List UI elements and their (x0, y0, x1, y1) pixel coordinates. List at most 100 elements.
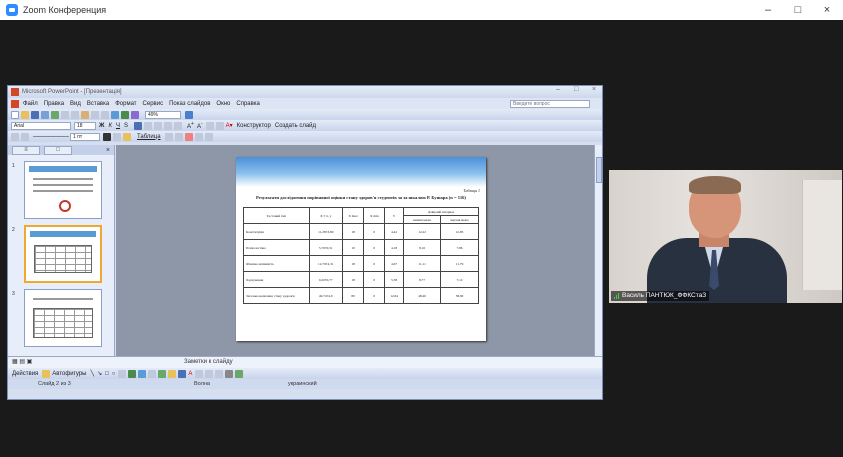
undo-icon[interactable] (91, 110, 99, 119)
slide-thumbnail-2[interactable] (24, 225, 102, 283)
save-icon[interactable] (31, 110, 39, 119)
shadow-style-icon[interactable] (225, 369, 234, 378)
diagram-icon[interactable] (138, 369, 147, 378)
menu-window[interactable]: Окно (216, 101, 230, 107)
align-middle-icon[interactable] (194, 132, 203, 141)
borders-icon[interactable] (113, 132, 121, 141)
tab-slides[interactable]: □ (44, 145, 72, 155)
scrollbar-thumb[interactable] (596, 157, 602, 183)
slide-thumbnail-1[interactable] (24, 161, 102, 219)
border-color-icon[interactable] (103, 132, 111, 141)
minimize-button[interactable]: – (753, 0, 783, 20)
align-top-icon[interactable] (184, 132, 193, 141)
insert-table-icon[interactable] (121, 110, 129, 119)
outdent-icon[interactable] (215, 121, 224, 130)
dash-style-icon[interactable] (205, 369, 214, 378)
zoom-select[interactable]: 49% (145, 110, 181, 119)
menu-view[interactable]: Вид (70, 101, 81, 107)
underline-button[interactable]: Ч (116, 123, 120, 129)
menu-service[interactable]: Сервис (143, 101, 164, 107)
table-menu-button[interactable]: Таблица (137, 134, 161, 140)
picture-icon[interactable] (158, 369, 167, 378)
help-icon[interactable] (185, 110, 193, 119)
notes-pane[interactable]: ▦ ▤ ▣ Заметки к слайду (8, 356, 602, 368)
designer-button[interactable]: Конструктор (237, 123, 271, 129)
decrease-font-button[interactable]: A- (197, 121, 203, 130)
ppt-close-button[interactable]: × (592, 86, 596, 93)
menu-help[interactable]: Справка (236, 101, 260, 107)
menu-insert[interactable]: Вставка (87, 101, 109, 107)
print-icon[interactable] (41, 110, 49, 119)
open-icon[interactable] (21, 110, 29, 119)
line-icon[interactable]: ╲ (90, 370, 94, 377)
menu-slideshow[interactable]: Показ слайдов (169, 101, 210, 107)
font-name-select[interactable]: Arial (11, 121, 71, 130)
spelling-icon[interactable] (51, 110, 59, 119)
bullets-icon[interactable] (174, 121, 182, 130)
new-slide-button[interactable]: Создать слайд (275, 123, 316, 129)
fill-bucket-icon[interactable] (168, 369, 177, 378)
split-cells-icon[interactable] (174, 132, 183, 141)
maximize-button[interactable]: □ (783, 0, 813, 20)
bold-button[interactable]: Ж (99, 123, 104, 129)
view-buttons[interactable]: ▦ ▤ ▣ (12, 359, 32, 365)
oval-icon[interactable]: ○ (112, 371, 116, 377)
numbering-icon[interactable] (164, 121, 172, 130)
increase-font-button[interactable]: A+ (187, 121, 194, 130)
align-center-icon[interactable] (144, 121, 152, 130)
menu-format[interactable]: Формат (115, 101, 136, 107)
tab-outline[interactable]: ≡ (12, 145, 40, 155)
new-icon[interactable] (11, 110, 19, 119)
merge-cells-icon[interactable] (164, 132, 173, 141)
current-slide[interactable]: Таблиця 1 Результати дослідження порівня… (236, 157, 486, 341)
table-row: Фізична активність 12,79±4,31 18 0 4,67 11,11… (243, 255, 479, 272)
wordart-icon[interactable] (128, 369, 137, 378)
slide-thumbnail-3[interactable] (24, 289, 102, 347)
insert-chart-icon[interactable] (111, 110, 119, 119)
eraser-icon[interactable] (21, 132, 29, 141)
cut-icon[interactable] (61, 110, 69, 119)
font-size-select[interactable]: 18 (74, 121, 96, 130)
redo-icon[interactable] (101, 110, 109, 119)
border-width-select[interactable]: 1 пт (70, 132, 100, 141)
help-search-input[interactable]: Введите вопрос (510, 99, 590, 108)
draw-table-icon[interactable] (11, 132, 19, 141)
vertical-scrollbar[interactable] (594, 145, 602, 356)
col-header: X min (363, 207, 386, 224)
align-right-icon[interactable] (154, 121, 162, 130)
3d-style-icon[interactable] (235, 369, 244, 378)
arrow-icon[interactable]: ↘ (97, 370, 102, 377)
indent-icon[interactable] (205, 121, 214, 130)
autoshapes-menu[interactable]: Автофигуры (52, 371, 86, 377)
actions-menu[interactable]: Действия (12, 371, 38, 377)
fill-color-icon[interactable] (123, 132, 131, 141)
participant-video[interactable]: Василь ПАНТЮК_ФФКСтаЗ (609, 170, 842, 303)
textbox-icon[interactable] (118, 369, 127, 378)
slide-canvas[interactable]: Таблиця 1 Результати дослідження порівня… (116, 145, 596, 356)
border-style-select[interactable]: ——————— (33, 134, 69, 140)
ppt-maximize-button[interactable]: □ (574, 86, 578, 93)
arrow-style-icon[interactable] (215, 369, 224, 378)
text-color-icon[interactable]: A (188, 371, 192, 377)
pane-close-icon[interactable]: × (106, 147, 110, 154)
ppt-minimize-button[interactable]: – (556, 86, 560, 93)
select-icon[interactable] (42, 369, 51, 378)
thumb-number-3: 3 (12, 291, 15, 297)
results-table[interactable]: Тестовий тип X ± δ, у X max X min V Дові… (243, 207, 479, 304)
clipart-icon[interactable] (148, 369, 157, 378)
shadow-button[interactable]: S (124, 123, 128, 129)
line-style-icon[interactable] (195, 369, 204, 378)
zoom-logo-icon (6, 4, 18, 16)
menu-file[interactable]: Файл (23, 101, 38, 107)
align-bottom-icon[interactable] (204, 132, 213, 141)
font-color-button[interactable]: A▾ (226, 122, 233, 129)
copy-icon[interactable] (71, 110, 79, 119)
rectangle-icon[interactable]: □ (105, 371, 109, 377)
italic-button[interactable]: К (108, 123, 112, 129)
line-color-icon[interactable] (178, 369, 187, 378)
paste-icon[interactable] (81, 110, 89, 119)
close-button[interactable]: × (812, 0, 842, 20)
show-formatting-icon[interactable] (131, 110, 139, 119)
menu-edit[interactable]: Правка (44, 101, 64, 107)
align-left-icon[interactable] (134, 121, 142, 130)
